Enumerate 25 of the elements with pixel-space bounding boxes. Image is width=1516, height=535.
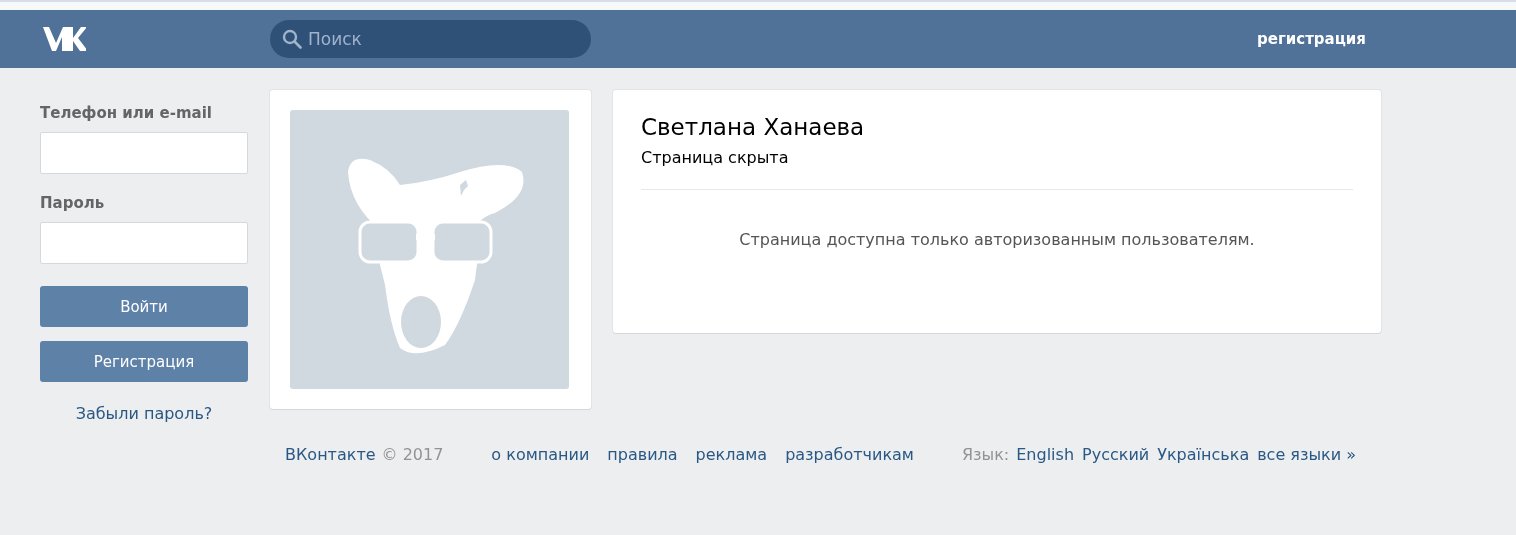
search-field[interactable]: Поиск	[270, 20, 591, 58]
language-link[interactable]: Українська	[1157, 445, 1250, 464]
password-input[interactable]	[40, 222, 248, 264]
login-button[interactable]: Войти	[40, 286, 248, 327]
profile-name: Светлана Ханаева	[641, 114, 866, 140]
brand-link[interactable]: ВКонтакте	[285, 445, 376, 464]
footer-link[interactable]: разработчикам	[785, 445, 914, 464]
language-link[interactable]: все языки »	[1257, 445, 1357, 464]
hidden-page-message: Страница доступна только авторизованным пользователям.	[738, 230, 1256, 249]
footer-link[interactable]: реклама	[695, 445, 768, 464]
phone-input[interactable]	[40, 132, 248, 174]
copyright: © 2017	[381, 445, 444, 464]
logo[interactable]	[40, 25, 86, 53]
footer-link[interactable]: о компании	[491, 445, 590, 464]
footer-link[interactable]: правила	[607, 445, 678, 464]
field-label: Пароль	[40, 194, 106, 212]
language-link[interactable]: Русский	[1082, 445, 1150, 464]
language-link[interactable]: English	[1016, 445, 1075, 464]
register-button[interactable]: Регистрация	[40, 341, 248, 382]
search-icon	[282, 29, 302, 49]
forgot-password-link[interactable]: Забыли пароль?	[40, 404, 248, 423]
register-link[interactable]: регистрация	[1257, 30, 1366, 48]
language-label: Язык:	[961, 445, 1010, 464]
profile-status: Страница скрыта	[641, 148, 1353, 190]
field-label: Телефон или e-mail	[40, 104, 213, 122]
